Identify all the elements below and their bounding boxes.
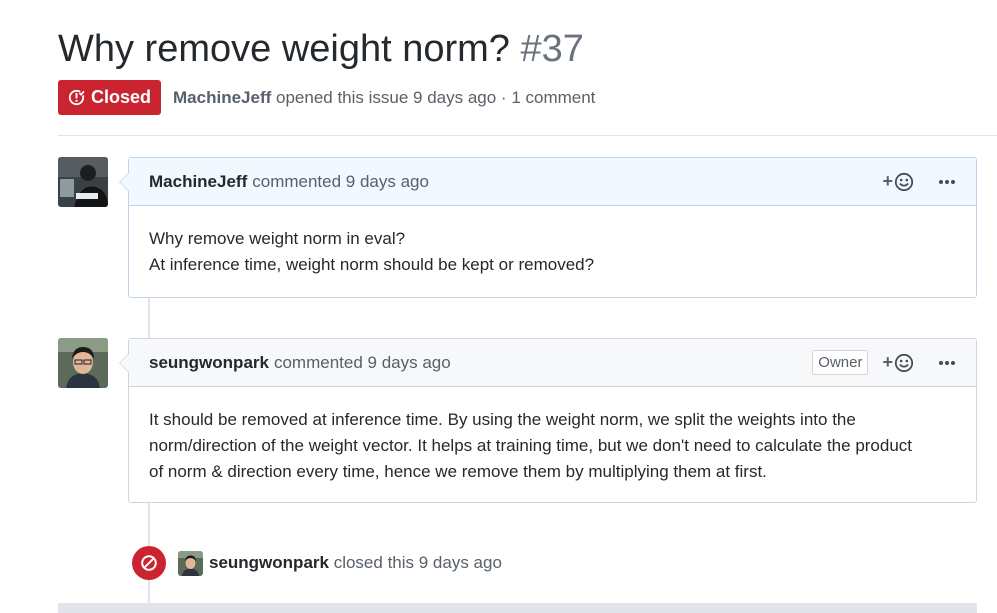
issue-meta: Closed MachineJeff opened this issue 9 d…	[58, 80, 595, 115]
comment-timestamp[interactable]: commented 9 days ago	[274, 353, 451, 373]
avatar-seungwonpark[interactable]	[58, 338, 108, 388]
state-label: Closed	[91, 87, 152, 107]
comment-body-line: of norm & direction every time, hence we…	[149, 462, 767, 481]
issue-title-text: Why remove weight norm?	[58, 28, 510, 70]
comment-header: seungwonpark commented 9 days ago Owner …	[119, 339, 976, 387]
event-actor-avatar[interactable]	[178, 550, 203, 576]
event-description: closed this 9 days ago	[333, 553, 502, 572]
kebab-horizontal-icon	[939, 179, 955, 184]
comment-timestamp[interactable]: commented 9 days ago	[252, 172, 429, 192]
closed-event: seungwonpark closed this 9 days ago	[132, 545, 502, 581]
comment-body-line: Why remove weight norm in eval?	[149, 229, 406, 248]
comment-header: MachineJeff commented 9 days ago +	[119, 158, 976, 206]
plus-icon: +	[882, 171, 893, 191]
bottom-divider	[58, 603, 977, 613]
header-divider	[58, 135, 997, 136]
issue-closed-icon	[68, 89, 85, 106]
event-text: seungwonpark closed this 9 days ago	[209, 553, 502, 573]
comment-body-line: At inference time, weight norm should be…	[149, 255, 595, 274]
issue-number: #37	[520, 28, 584, 70]
avatar-photo	[58, 157, 108, 207]
add-reaction-button[interactable]: +	[882, 352, 914, 373]
smiley-icon	[894, 353, 914, 372]
issue-meta-text: MachineJeff opened this issue 9 days ago…	[173, 88, 595, 108]
circle-slash-icon	[141, 555, 157, 571]
comment-body-line: norm/direction of the weight vector. It …	[149, 436, 913, 455]
comment-caret-fill	[120, 173, 129, 191]
comment-author-link[interactable]: seungwonpark	[149, 353, 269, 373]
comment-body-line: It should be removed at inference time. …	[149, 410, 856, 429]
plus-icon: +	[882, 352, 893, 372]
closed-event-badge	[132, 546, 166, 580]
avatar-photo	[178, 550, 203, 576]
state-badge: Closed	[58, 80, 162, 115]
comment-body: It should be removed at inference time. …	[129, 387, 976, 501]
owner-badge: Owner	[812, 350, 869, 375]
more-options-button[interactable]	[938, 179, 956, 185]
comment-author-link[interactable]: MachineJeff	[149, 172, 247, 192]
issue-opened-text: opened this issue 9 days ago · 1 comment	[276, 87, 596, 107]
comment-machinejeff: MachineJeff commented 9 days ago + Why r…	[119, 157, 977, 298]
comment-body: Why remove weight norm in eval? At infer…	[129, 206, 976, 294]
issue-author-link[interactable]: MachineJeff	[173, 88, 271, 107]
avatar-machinejeff[interactable]	[58, 157, 108, 207]
comment-caret-fill	[120, 354, 129, 372]
event-actor-link[interactable]: seungwonpark	[209, 553, 329, 572]
comment-seungwonpark: seungwonpark commented 9 days ago Owner …	[119, 338, 977, 503]
kebab-horizontal-icon	[939, 360, 955, 365]
avatar-photo	[58, 338, 108, 388]
more-options-button[interactable]	[938, 360, 956, 366]
smiley-icon	[894, 172, 914, 191]
add-reaction-button[interactable]: +	[882, 171, 914, 192]
issue-title: Why remove weight norm? #37	[58, 24, 584, 74]
